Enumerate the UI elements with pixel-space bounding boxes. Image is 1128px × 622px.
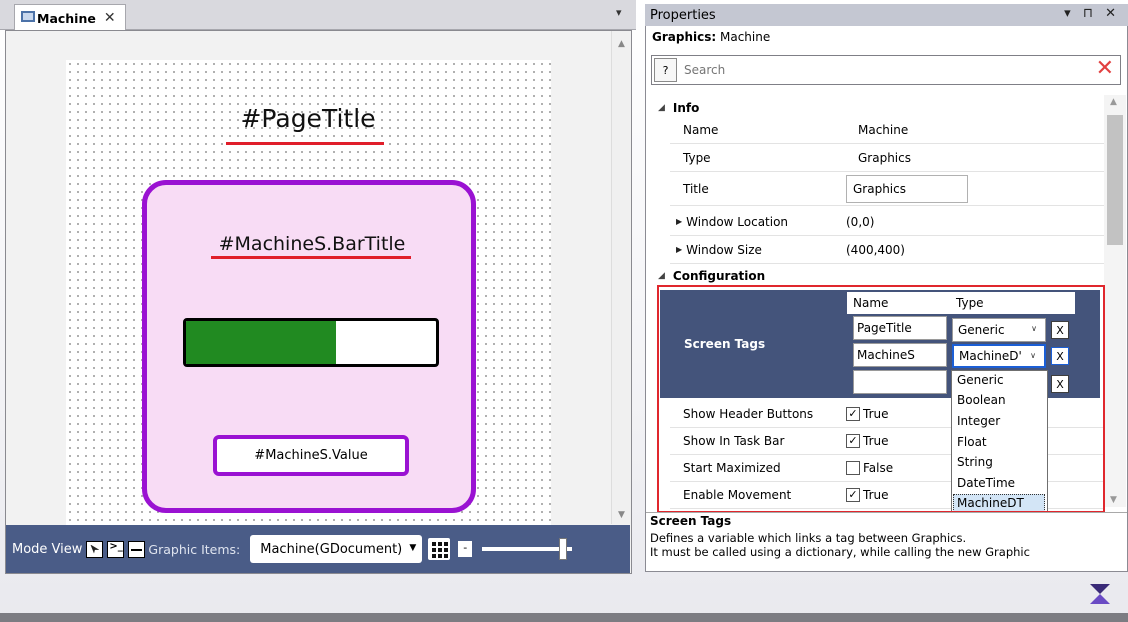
graphics-label: Graphics: (652, 30, 717, 44)
search-bar: ? ✕ (651, 55, 1121, 85)
property-grid-scrollbar[interactable]: ▲ ▼ (1104, 95, 1126, 507)
graphic-items-label: Graphic Items: (148, 541, 241, 557)
properties-header: Properties ▾ ⊓ ✕ (645, 4, 1128, 26)
property-row-title[interactable]: Title Graphics (670, 172, 1104, 206)
selected-object-line: Graphics: Machine (652, 30, 770, 44)
panel-controls-icon[interactable]: ▾ ⊓ ✕ (1064, 6, 1120, 21)
graphic-items-value: Machine(GDocument) (260, 541, 403, 557)
description-title: Screen Tags (650, 514, 732, 528)
value-text: #MachineS.Value (254, 448, 368, 463)
category-info-label: Info (672, 101, 700, 115)
property-row-type[interactable]: Type Graphics (670, 144, 1104, 172)
category-configuration-label: Configuration (672, 269, 766, 283)
mode-toolbar: Mode View Graphic Items: Machine(GDocume… (6, 525, 630, 573)
property-name: Window Location (686, 214, 789, 229)
title-input[interactable]: Graphics (846, 174, 968, 203)
property-row-name[interactable]: Name Machine (670, 116, 1104, 144)
graphic-items-select[interactable]: Machine(GDocument) ▼ (250, 535, 423, 563)
bar-title-underline (211, 256, 411, 259)
search-input[interactable] (684, 59, 1094, 81)
property-name: Name (683, 122, 719, 137)
description-line: Defines a variable which links a tag bet… (650, 531, 967, 545)
zoom-slider-thumb[interactable] (559, 538, 568, 560)
tab-menu-icon[interactable]: ▾ (616, 6, 622, 19)
canvas-vertical-scrollbar[interactable]: ▲ ▼ (611, 31, 631, 524)
select-mode-icon[interactable] (86, 540, 104, 558)
page-title-text[interactable]: #PageTitle (228, 104, 388, 133)
scroll-up-icon[interactable]: ▲ (1110, 97, 1117, 107)
value-display[interactable]: #MachineS.Value (213, 435, 409, 476)
scroll-down-icon[interactable]: ▼ (1110, 495, 1117, 505)
expand-icon[interactable]: ▶ (676, 217, 682, 226)
clear-search-icon[interactable]: ✕ (1096, 57, 1114, 81)
grid-toggle-icon[interactable] (428, 538, 451, 560)
script-mode-icon[interactable] (107, 540, 125, 558)
zoom-slider[interactable] (482, 538, 573, 560)
category-info[interactable]: ◢ Info (658, 98, 699, 118)
property-name: Type (683, 150, 711, 165)
scroll-down-icon[interactable]: ▼ (618, 510, 625, 520)
tab-machine[interactable]: Machine ✕ (14, 4, 126, 31)
page-title-underline (226, 142, 384, 145)
property-value: (0,0) (846, 214, 875, 229)
property-row-window-location[interactable]: ▶ Window Location (0,0) (670, 208, 1104, 236)
collapse-icon[interactable]: ◢ (658, 271, 665, 281)
help-button[interactable]: ? (654, 58, 677, 82)
chevron-down-icon: ▼ (409, 543, 417, 553)
annotation-highlight-box (657, 285, 1105, 513)
bar-title-text[interactable]: #MachineS.BarTitle (212, 233, 412, 255)
property-row-window-size[interactable]: ▶ Window Size (400,400) (670, 236, 1104, 264)
property-name: Window Size (686, 242, 762, 257)
scroll-up-icon[interactable]: ▲ (618, 39, 625, 49)
display-icon (21, 11, 35, 22)
collapse-icon[interactable]: ◢ (658, 103, 665, 113)
tab-label: Machine (37, 10, 96, 26)
brand-logo-icon (1090, 584, 1110, 604)
progress-fill (186, 321, 336, 364)
expand-icon[interactable]: ▶ (676, 245, 682, 254)
property-value: (400,400) (846, 242, 905, 257)
category-configuration[interactable]: ◢ Configuration (658, 266, 765, 286)
zoom-out-button[interactable]: - (458, 541, 473, 557)
close-tab-icon[interactable]: ✕ (104, 10, 116, 26)
properties-title: Properties (650, 7, 716, 23)
status-strip (0, 613, 1128, 622)
line-mode-icon[interactable] (128, 540, 146, 558)
description-line: It must be called using a dictionary, wh… (650, 545, 1030, 559)
progress-bar[interactable] (183, 318, 439, 367)
mode-view-label: Mode View (12, 541, 83, 557)
graphics-name: Machine (720, 30, 771, 44)
scrollbar-thumb[interactable] (1107, 115, 1123, 245)
property-value: Graphics (858, 150, 911, 165)
property-name: Title (683, 181, 709, 196)
property-value: Machine (858, 122, 909, 137)
description-divider (646, 512, 1127, 513)
